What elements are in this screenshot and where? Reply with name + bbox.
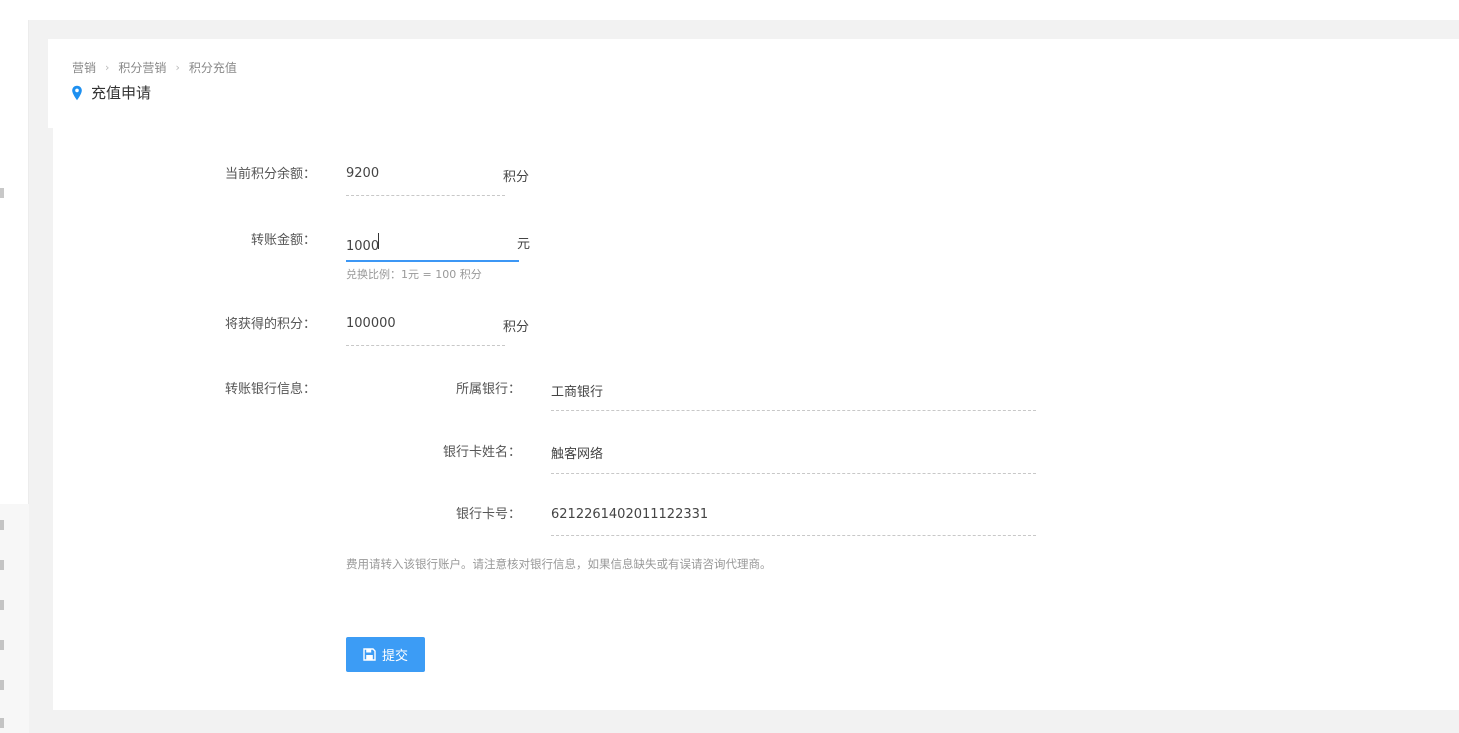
balance-underline [346,195,505,196]
balance-label: 当前积分余额： [224,167,316,182]
balance-unit: 积分 [503,170,530,185]
breadcrumb: 营销 › 积分营销 › 积分充值 [72,59,237,76]
points-unit: 积分 [503,320,530,335]
card-holder-underline [551,473,1036,474]
location-pin-icon [72,85,82,100]
bank-name-underline [551,410,1036,411]
card-number-label: 银行卡号： [455,507,521,522]
amount-unit: 元 [517,237,531,252]
sidebar-lower-section [0,504,29,733]
sidebar-glyph [0,188,4,198]
breadcrumb-separator: › [105,61,110,74]
breadcrumb-item-points-marketing[interactable]: 积分营销 [118,59,166,76]
submit-button-label: 提交 [381,649,408,664]
page-title: 充值申请 [91,84,152,102]
sidebar-glyph [0,680,4,690]
text-caret [378,233,379,249]
sidebar-glyph [0,600,4,610]
amount-label: 转账金额： [250,233,316,248]
balance-value: 9200 [346,166,380,181]
sidebar-glyph [0,560,4,570]
points-label: 将获得的积分： [224,317,316,332]
breadcrumb-item-points-recharge: 积分充值 [188,61,237,75]
bank-note: 费用请转入该银行账户。请注意核对银行信息，如果信息缺失或有误请咨询代理商。 [346,557,772,571]
bank-info-label: 转账银行信息： [224,382,316,397]
bank-name-value: 工商银行 [551,385,604,400]
card-holder-label: 银行卡姓名： [442,445,521,460]
bank-name-label: 所属银行： [455,382,521,397]
save-icon [363,648,376,661]
breadcrumb-item-marketing[interactable]: 营销 [72,59,96,76]
recharge-form: 当前积分余额： 9200 积分 转账金额： 元 兑换比例：1元 = 100 积分… [53,128,1459,710]
left-sidebar-collapsed[interactable] [0,20,29,733]
points-value: 100000 [346,316,396,331]
sidebar-glyph [0,718,4,728]
page-header: 营销 › 积分营销 › 积分充值 充值申请 [48,39,1459,128]
card-number-underline [551,535,1036,536]
breadcrumb-separator: › [175,61,180,74]
card-number-value: 6212261402011122331 [551,507,709,522]
points-underline [346,345,505,346]
title-row: 充值申请 [70,82,151,103]
exchange-ratio-hint: 兑换比例：1元 = 100 积分 [346,268,482,281]
submit-button[interactable]: 提交 [346,637,425,672]
sidebar-glyph [0,520,4,530]
top-bar [0,0,1459,20]
card-holder-value: 触客网络 [551,447,604,462]
sidebar-glyph [0,640,4,650]
amount-input[interactable] [346,232,519,262]
